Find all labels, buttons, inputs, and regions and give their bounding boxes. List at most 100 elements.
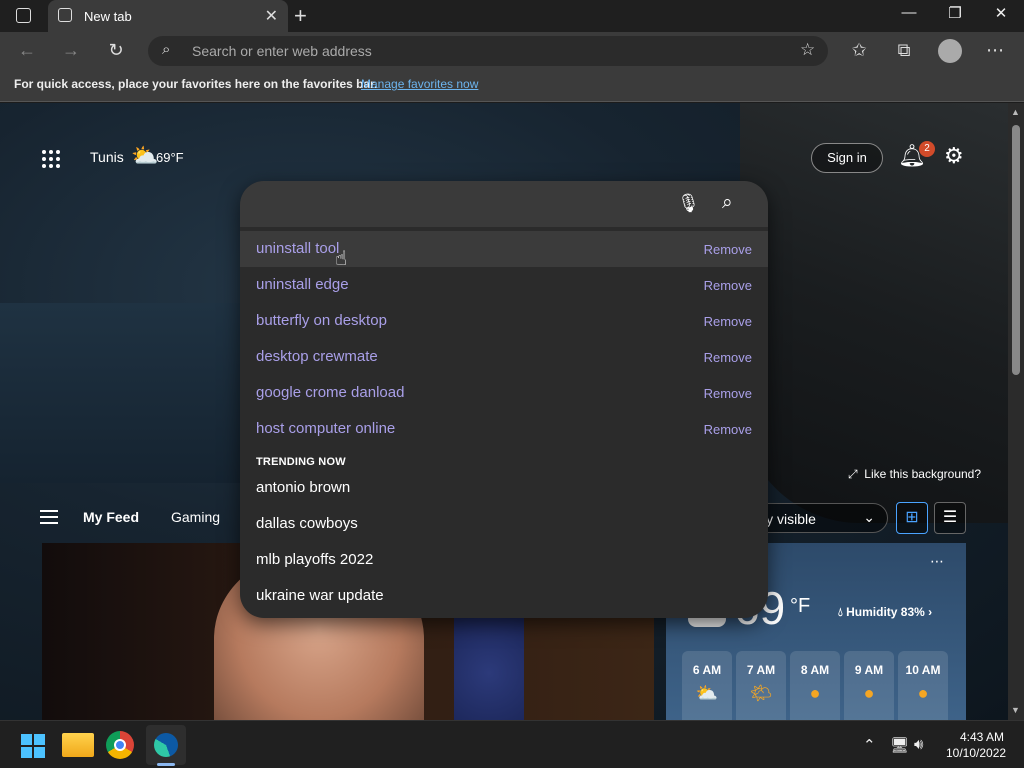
favorites-icon[interactable]: ✩ [846,40,872,61]
history-query[interactable]: uninstall edge [256,276,349,293]
volume-icon[interactable]: 🔊︎ [914,736,923,753]
taskbar: ⌃ 🖥︎ 🔊︎ 4:43 AM 10/10/2022 [0,720,1024,768]
apps-launcher-icon[interactable] [42,150,62,170]
search-history-item[interactable]: google crome danload Remove [240,375,768,411]
tab-actions-icon[interactable] [16,8,31,23]
weather-temp[interactable]: 69°F [156,150,184,165]
search-history-item[interactable]: uninstall tool Remove [240,231,768,267]
hour-forecast[interactable]: 8 AM ● [790,651,840,720]
clock-date[interactable]: 10/10/2022 [946,746,1006,760]
remove-history-button[interactable]: Remove [704,314,752,329]
hour-label: 8 AM [800,663,830,677]
add-favorite-icon[interactable]: ☆ [800,40,815,60]
more-options-icon[interactable]: ⋯ [982,40,1008,61]
history-query[interactable]: google crome danload [256,384,404,401]
scroll-down-arrow-icon[interactable]: ▼ [1011,705,1020,715]
hour-label: 9 AM [854,663,884,677]
close-tab-icon[interactable]: ✕ [265,6,278,26]
search-icon[interactable]: ⌕ [722,192,733,214]
refresh-button[interactable]: ↻ [103,40,129,61]
navigation-bar: ← → ↻ ⌕ Search or enter web address ☆ ✩ … [0,32,1024,70]
search-history-item[interactable]: uninstall edge Remove [240,267,768,303]
partly-sunny-icon: 🌤︎ [749,683,773,703]
new-tab-page: Tunis ⛅ 69°F Sign in 🔔︎ 2 ⚙ ⤢ Like this … [0,103,1008,720]
tab-title: New tab [84,9,132,24]
address-input[interactable]: Search or enter web address [192,43,372,59]
visibility-label: ly visible [763,511,816,527]
hour-forecast[interactable]: 7 AM 🌤︎ [736,651,786,720]
chevron-up-icon[interactable]: ⌃ [863,736,876,754]
history-query[interactable]: host computer online [256,420,395,437]
search-dropdown: 🎙︎ ⌕ uninstall tool Remove uninstall edg… [240,181,768,618]
edge-taskbar-button[interactable] [146,725,186,765]
search-history-item[interactable]: host computer online Remove [240,411,768,447]
tab-my-feed[interactable]: My Feed [83,509,139,525]
web-search-input[interactable]: 🎙︎ ⌕ [240,181,768,227]
scroll-up-arrow-icon[interactable]: ▲ [1011,107,1020,117]
history-query[interactable]: uninstall tool [256,240,339,257]
back-button[interactable]: ← [14,40,40,61]
collections-icon[interactable]: ⧉ [891,40,917,61]
clock-time[interactable]: 4:43 AM [960,730,1004,744]
hand-cursor-icon: ☝ [335,248,348,270]
new-tab-button[interactable]: + [294,3,307,29]
favorites-message: For quick access, place your favorites h… [14,77,378,91]
close-window-button[interactable]: ✕ [986,4,1016,22]
remove-history-button[interactable]: Remove [704,242,752,257]
minimize-button[interactable]: — [894,4,924,21]
search-history-item[interactable]: butterfly on desktop Remove [240,303,768,339]
trending-header: TRENDING NOW [256,456,346,468]
tab-gaming[interactable]: Gaming [171,509,220,525]
hour-forecast[interactable]: 6 AM ⛅ [682,651,732,720]
hour-label: 6 AM [692,663,722,677]
favorites-bar: For quick access, place your favorites h… [0,70,1024,102]
history-query[interactable]: butterfly on desktop [256,312,387,329]
grid-view-button[interactable]: ⊞ [896,502,928,534]
trending-item[interactable]: antonio brown [256,479,350,496]
chevron-down-icon: ⌄ [863,509,875,525]
hour-label: 7 AM [746,663,776,677]
manage-favorites-link[interactable]: Manage favorites now [361,77,478,91]
scrollbar-thumb[interactable] [1012,125,1020,375]
hour-label: 10 AM [905,663,941,677]
profile-avatar[interactable] [938,39,962,63]
page-scrollbar[interactable]: ▲ ▼ [1008,103,1024,720]
trending-item[interactable]: mlb playoffs 2022 [256,551,373,568]
trending-item[interactable]: ukraine war update [256,587,384,604]
sun-icon: ● [863,683,875,703]
address-bar[interactable]: ⌕ Search or enter web address ☆ [148,36,828,66]
network-icon[interactable]: 🖥︎ [890,736,909,754]
notification-badge: 2 [919,141,935,157]
trending-item[interactable]: dallas cowboys [256,515,358,532]
hour-forecast[interactable]: 10 AM ● [898,651,948,720]
remove-history-button[interactable]: Remove [704,386,752,401]
restore-button[interactable]: ❐ [940,4,970,22]
microphone-icon[interactable]: 🎙︎ [677,193,700,214]
file-explorer-icon[interactable] [62,733,94,757]
chrome-icon[interactable] [106,731,134,759]
hour-forecast[interactable]: 9 AM ● [844,651,894,720]
like-background-label: Like this background? [864,467,982,481]
tab-new-tab[interactable]: New tab ✕ [48,0,288,33]
settings-gear-icon[interactable]: ⚙ [944,143,964,169]
humidity-link[interactable]: 💧︎ Humidity 83% › [838,605,932,620]
remove-history-button[interactable]: Remove [704,278,752,293]
remove-history-button[interactable]: Remove [704,350,752,365]
sign-in-button[interactable]: Sign in [811,143,883,173]
new-tab-favicon-icon [58,8,72,22]
title-bar: New tab ✕ + — ❐ ✕ [0,0,1024,33]
humidity-label: Humidity 83% [846,605,925,619]
sun-icon: ● [917,683,929,703]
start-windows-icon[interactable] [18,729,50,761]
like-background-link[interactable]: ⤢ Like this background? [848,467,981,482]
weather-city[interactable]: Tunis [90,149,124,165]
list-view-button[interactable]: ☰ [934,502,966,534]
remove-history-button[interactable]: Remove [704,422,752,437]
more-options-icon[interactable]: ⋯ [930,553,944,570]
forward-button[interactable]: → [58,40,84,61]
history-query[interactable]: desktop crewmate [256,348,378,365]
sun-icon: ● [809,683,821,703]
search-history-item[interactable]: desktop crewmate Remove [240,339,768,375]
news-photo-flag [454,603,524,720]
feed-menu-icon[interactable] [40,510,58,528]
